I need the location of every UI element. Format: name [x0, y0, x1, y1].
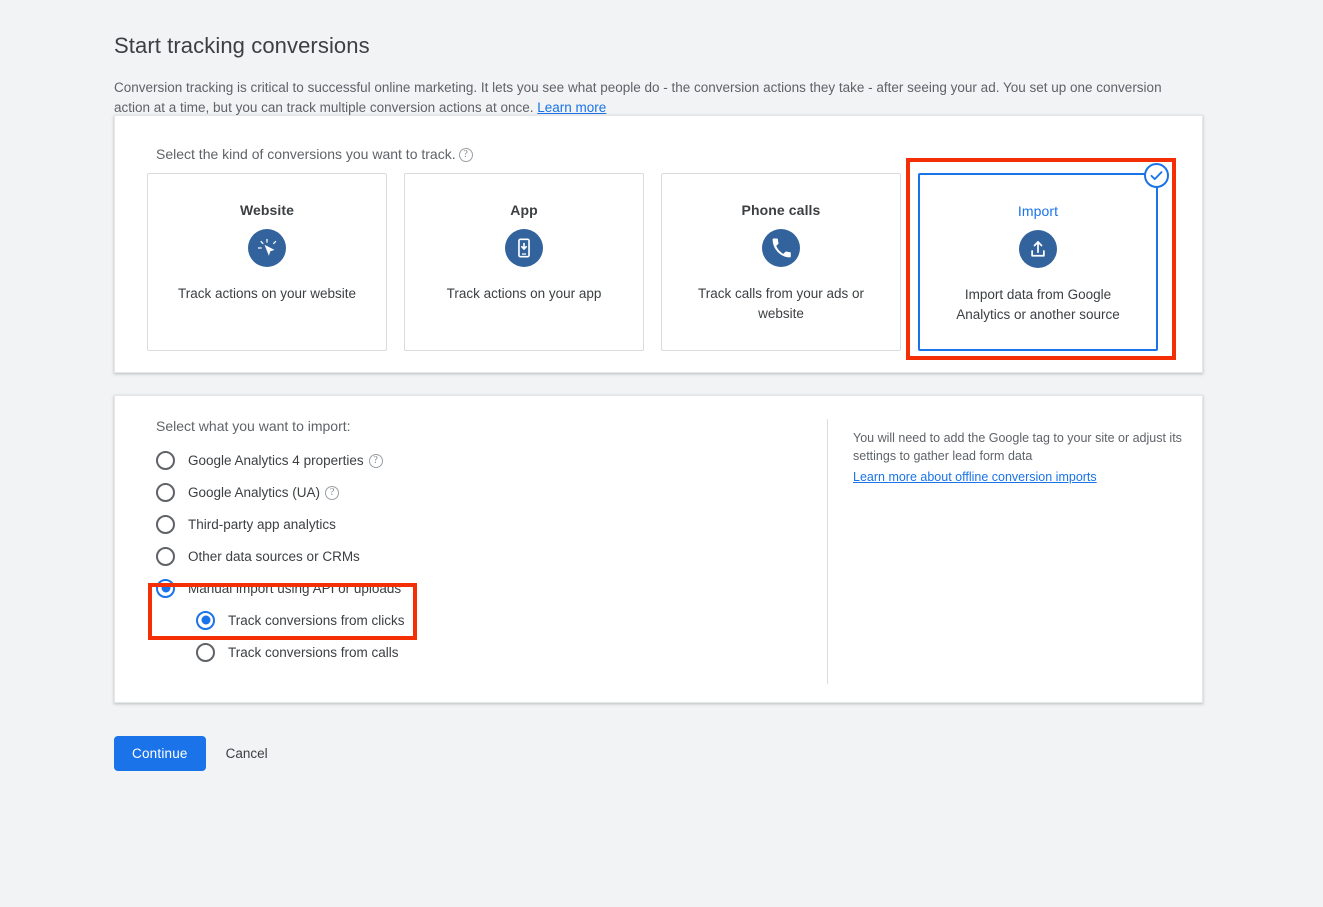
tile-import-title: Import — [1017, 203, 1059, 219]
intro-text: Conversion tracking is critical to succe… — [114, 79, 1162, 116]
radio-from-calls-label: Track conversions from calls — [228, 644, 399, 660]
radio-manual-import-label: Manual import using API or uploads — [188, 580, 402, 596]
tile-app-description: Track actions on your app — [446, 286, 602, 301]
radio-ga-ua-control[interactable] — [156, 482, 175, 502]
radio-other-sources-control[interactable] — [156, 546, 175, 566]
mobile-download-icon — [505, 229, 543, 267]
radio-ga4-control[interactable] — [156, 450, 175, 470]
radio-option-conversions-from-clicks[interactable]: Track conversions from clicks — [196, 604, 405, 636]
tile-import-description: Import data from Google Analytics or ano… — [956, 287, 1120, 322]
tile-website[interactable]: Website Track actions on your website — [147, 173, 387, 351]
import-section-label-text: Select what you want to import: — [156, 418, 351, 434]
radio-option-manual-import[interactable]: Manual import using API or uploads — [156, 572, 405, 604]
phone-icon — [762, 229, 800, 267]
tile-phone-calls-description: Track calls from your ads or website — [697, 286, 865, 321]
form-actions: Continue Cancel — [114, 736, 278, 771]
radio-option-ga-ua[interactable]: Google Analytics (UA) ? — [156, 476, 405, 508]
help-icon[interactable]: ? — [458, 148, 473, 162]
conversion-kind-tiles: Website Track actions on your website Ap… — [147, 163, 1169, 351]
side-note-text: You will need to add the Google tag to y… — [853, 431, 1182, 463]
vertical-divider — [827, 419, 828, 684]
learn-more-link[interactable]: Learn more — [537, 100, 606, 115]
kind-section-label: Select the kind of conversions you want … — [156, 146, 473, 162]
import-options-card: Select what you want to import: Google A… — [114, 395, 1203, 703]
page-title: Start tracking conversions — [114, 32, 370, 58]
continue-button[interactable]: Continue — [114, 736, 206, 771]
tile-app-title: App — [510, 202, 538, 218]
radio-third-party-control[interactable] — [156, 514, 175, 534]
radio-ga4-label: Google Analytics 4 properties — [188, 452, 364, 468]
tile-website-description: Track actions on your website — [177, 286, 357, 301]
help-icon[interactable]: ? — [368, 454, 383, 468]
radio-option-conversions-from-calls[interactable]: Track conversions from calls — [196, 636, 405, 668]
radio-manual-import-control[interactable] — [156, 578, 175, 598]
radio-ga-ua-label: Google Analytics (UA) — [188, 484, 321, 500]
upload-icon — [1019, 230, 1057, 268]
import-section-label: Select what you want to import: — [156, 418, 351, 434]
tile-phone-calls-title: Phone calls — [741, 202, 821, 218]
kind-section-label-text: Select the kind of conversions you want … — [156, 146, 456, 162]
intro-paragraph: Conversion tracking is critical to succe… — [114, 78, 1179, 119]
cancel-button[interactable]: Cancel — [216, 736, 278, 771]
check-circle-icon — [1144, 163, 1169, 188]
radio-option-third-party-app-analytics[interactable]: Third-party app analytics — [156, 508, 405, 540]
cursor-click-icon — [248, 229, 286, 267]
tile-website-title: Website — [239, 202, 295, 218]
radio-from-calls-control[interactable] — [196, 642, 215, 662]
radio-option-other-data-sources[interactable]: Other data sources or CRMs — [156, 540, 405, 572]
conversion-kind-card: Select the kind of conversions you want … — [114, 115, 1203, 373]
radio-other-sources-label: Other data sources or CRMs — [188, 548, 360, 564]
radio-from-clicks-label: Track conversions from clicks — [228, 612, 405, 628]
radio-third-party-label: Third-party app analytics — [188, 516, 336, 532]
tile-import[interactable]: Import Import data from Google Analytics… — [918, 163, 1169, 351]
conversion-setup-page: Start tracking conversions Conversion tr… — [0, 0, 1323, 907]
offline-conversion-imports-link[interactable]: Learn more about offline conversion impo… — [853, 470, 1097, 484]
import-options-radio-group: Google Analytics 4 properties ? Google A… — [156, 444, 405, 668]
help-icon[interactable]: ? — [325, 486, 340, 500]
tile-phone-calls[interactable]: Phone calls Track calls from your ads or… — [661, 173, 901, 351]
radio-from-clicks-control[interactable] — [196, 610, 215, 630]
radio-option-ga4[interactable]: Google Analytics 4 properties ? — [156, 444, 405, 476]
tile-app[interactable]: App Track actions on your app — [404, 173, 644, 351]
